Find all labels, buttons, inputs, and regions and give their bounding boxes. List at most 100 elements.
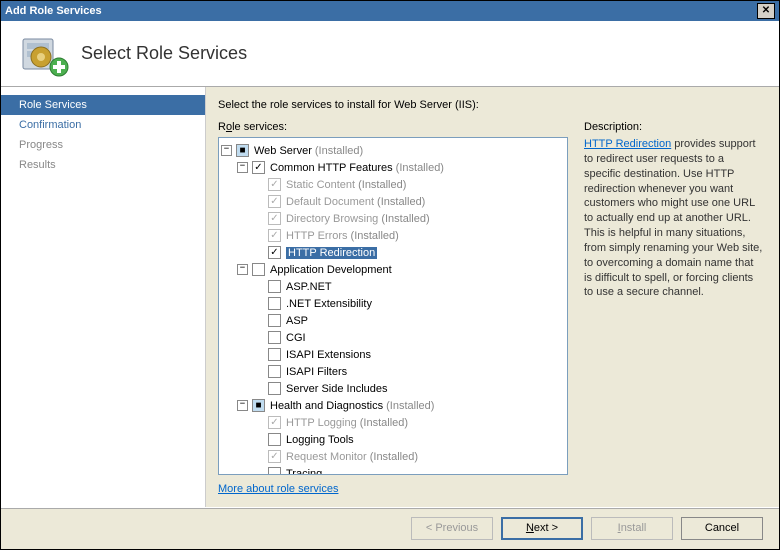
- tree-scroll[interactable]: −■Web Server (Installed)−✓Common HTTP Fe…: [219, 138, 567, 474]
- tree-node-label[interactable]: ASP: [286, 315, 308, 327]
- tree-node-label[interactable]: Server Side Includes: [286, 383, 388, 395]
- checkbox[interactable]: [252, 263, 265, 276]
- tree-node-label[interactable]: Logging Tools: [286, 434, 354, 446]
- tree-row[interactable]: ✓ HTTP Redirection: [221, 244, 565, 261]
- installed-suffix: (Installed): [360, 417, 408, 429]
- collapse-icon[interactable]: −: [237, 264, 248, 275]
- tree-row[interactable]: ASP.NET: [221, 278, 565, 295]
- tree-node-label[interactable]: .NET Extensibility: [286, 298, 372, 310]
- checkbox[interactable]: ■: [236, 144, 249, 157]
- tree-row[interactable]: ASP: [221, 312, 565, 329]
- role-services-tree[interactable]: −■Web Server (Installed)−✓Common HTTP Fe…: [218, 137, 568, 475]
- tree-row[interactable]: Tracing: [221, 465, 565, 474]
- cancel-button[interactable]: Cancel: [681, 517, 763, 540]
- install-button: Install: [591, 517, 673, 540]
- checkbox: ✓: [268, 416, 281, 429]
- description-link[interactable]: HTTP Redirection: [584, 138, 671, 150]
- collapse-icon[interactable]: −: [237, 162, 248, 173]
- tree-row[interactable]: −■Health and Diagnostics (Installed): [221, 397, 565, 414]
- collapse-icon[interactable]: −: [237, 400, 248, 411]
- tree-row[interactable]: ✓ Static Content (Installed): [221, 176, 565, 193]
- description-body: HTTP Redirection provides support to red…: [584, 137, 763, 300]
- installed-suffix: (Installed): [358, 179, 406, 191]
- tree-node-label[interactable]: HTTP Redirection: [286, 247, 377, 259]
- expander-spacer: [253, 230, 264, 241]
- tree-row[interactable]: Logging Tools: [221, 431, 565, 448]
- body: Role ServicesConfirmationProgressResults…: [1, 87, 779, 507]
- tree-node-label[interactable]: Static Content: [286, 179, 355, 191]
- checkbox[interactable]: ✓: [268, 246, 281, 259]
- tree-row[interactable]: .NET Extensibility: [221, 295, 565, 312]
- expander-spacer: [253, 281, 264, 292]
- installed-suffix: (Installed): [351, 230, 399, 242]
- checkbox[interactable]: [268, 365, 281, 378]
- window-title: Add Role Services: [5, 5, 757, 17]
- expander-spacer: [253, 383, 264, 394]
- tree-node-label[interactable]: Default Document: [286, 196, 374, 208]
- tree-row[interactable]: −■Web Server (Installed): [221, 142, 565, 159]
- tree-row[interactable]: ✓ HTTP Errors (Installed): [221, 227, 565, 244]
- tree-row[interactable]: Server Side Includes: [221, 380, 565, 397]
- tree-node-label[interactable]: Tracing: [286, 468, 322, 475]
- tree-node-label[interactable]: Directory Browsing: [286, 213, 378, 225]
- expander-spacer: [253, 315, 264, 326]
- tree-row[interactable]: ✓Request Monitor (Installed): [221, 448, 565, 465]
- tree-row[interactable]: ✓ HTTP Logging (Installed): [221, 414, 565, 431]
- checkbox[interactable]: [268, 467, 281, 474]
- main-pane: Select the role services to install for …: [206, 87, 779, 507]
- checkbox[interactable]: [268, 331, 281, 344]
- checkbox[interactable]: [268, 348, 281, 361]
- server-role-icon: [19, 29, 69, 79]
- checkbox[interactable]: [268, 314, 281, 327]
- tree-node-label[interactable]: HTTP Logging: [286, 417, 357, 429]
- checkbox[interactable]: ✓: [252, 161, 265, 174]
- next-button[interactable]: Next >: [501, 517, 583, 540]
- expander-spacer: [253, 366, 264, 377]
- tree-row[interactable]: ISAPI Filters: [221, 363, 565, 380]
- checkbox: ✓: [268, 229, 281, 242]
- tree-node-label[interactable]: Web Server: [254, 145, 312, 157]
- tree-node-label[interactable]: ISAPI Filters: [286, 366, 347, 378]
- expander-spacer: [253, 349, 264, 360]
- tree-node-label[interactable]: Health and Diagnostics: [270, 400, 383, 412]
- tree-node-label[interactable]: Application Development: [270, 264, 392, 276]
- tree-row[interactable]: ISAPI Extensions: [221, 346, 565, 363]
- sidebar-item-role-services[interactable]: Role Services: [1, 95, 205, 115]
- tree-row[interactable]: CGI: [221, 329, 565, 346]
- installed-suffix: (Installed): [377, 196, 425, 208]
- checkbox[interactable]: [268, 297, 281, 310]
- expander-spacer: [253, 247, 264, 258]
- expander-spacer: [253, 417, 264, 428]
- tree-node-label[interactable]: HTTP Errors: [286, 230, 348, 242]
- tree-node-label[interactable]: ASP.NET: [286, 281, 332, 293]
- two-column: Role services: −■Web Server (Installed)−…: [218, 121, 763, 507]
- checkbox[interactable]: [268, 382, 281, 395]
- expander-spacer: [253, 468, 264, 474]
- tree-row[interactable]: −✓Common HTTP Features (Installed): [221, 159, 565, 176]
- sidebar-item-results[interactable]: Results: [1, 155, 205, 175]
- checkbox[interactable]: ■: [252, 399, 265, 412]
- expander-spacer: [253, 332, 264, 343]
- sidebar-item-confirmation[interactable]: Confirmation: [1, 115, 205, 135]
- checkbox[interactable]: [268, 280, 281, 293]
- checkbox[interactable]: [268, 433, 281, 446]
- sidebar-item-progress[interactable]: Progress: [1, 135, 205, 155]
- tree-row[interactable]: − Application Development: [221, 261, 565, 278]
- tree-row[interactable]: ✓Directory Browsing (Installed): [221, 210, 565, 227]
- checkbox: ✓: [268, 178, 281, 191]
- sidebar: Role ServicesConfirmationProgressResults: [1, 87, 206, 507]
- expander-spacer: [253, 298, 264, 309]
- collapse-icon[interactable]: −: [221, 145, 232, 156]
- close-button[interactable]: ✕: [757, 3, 775, 19]
- description-column: Description: HTTP Redirection provides s…: [584, 121, 763, 507]
- more-link-row: More about role services: [218, 475, 568, 507]
- role-services-column: Role services: −■Web Server (Installed)−…: [218, 121, 568, 507]
- tree-node-label[interactable]: Request Monitor: [286, 451, 367, 463]
- tree-node-label[interactable]: Common HTTP Features: [270, 162, 393, 174]
- tree-row[interactable]: ✓Default Document (Installed): [221, 193, 565, 210]
- more-about-link[interactable]: More about role services: [218, 483, 338, 495]
- tree-node-label[interactable]: CGI: [286, 332, 306, 344]
- footer: < Previous Next > Install Cancel: [1, 507, 779, 549]
- checkbox: ✓: [268, 450, 281, 463]
- tree-node-label[interactable]: ISAPI Extensions: [286, 349, 371, 361]
